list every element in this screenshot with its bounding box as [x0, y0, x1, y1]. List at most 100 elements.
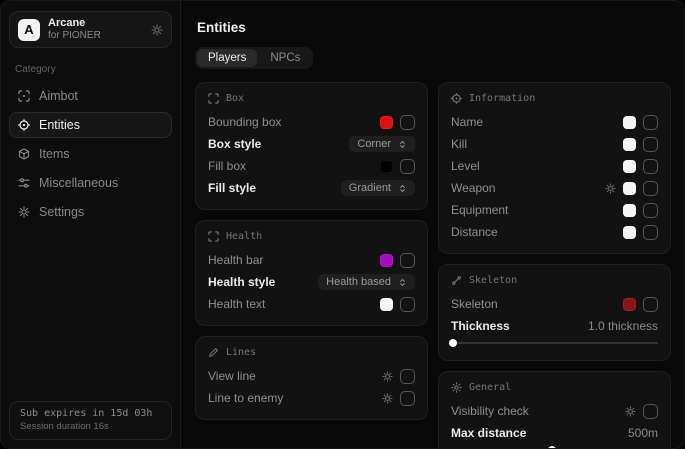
- left-column: Box Bounding box Box style Corne: [195, 82, 428, 420]
- page-title: Entities: [197, 20, 671, 35]
- checkbox-weapon[interactable]: [643, 181, 658, 196]
- setting-label: Level: [451, 159, 480, 173]
- thickness-value: 1.0 thickness: [588, 319, 658, 333]
- color-swatch-fill-box[interactable]: [380, 160, 393, 173]
- color-swatch-level[interactable]: [623, 160, 636, 173]
- checkbox-name[interactable]: [643, 115, 658, 130]
- checkbox-bounding-box[interactable]: [400, 115, 415, 130]
- tab-npcs[interactable]: NPCs: [259, 49, 311, 67]
- gear-icon[interactable]: [605, 183, 616, 194]
- gear-icon[interactable]: [151, 24, 163, 36]
- setting-row-bounding-box: Bounding box: [208, 111, 415, 133]
- sliders-icon: [18, 177, 30, 189]
- setting-row-thickness: Thickness 1.0 thickness: [451, 315, 658, 337]
- slider-track[interactable]: [451, 342, 658, 344]
- gear-icon[interactable]: [382, 393, 393, 404]
- sidebar-item-label: Settings: [39, 205, 84, 219]
- card-title: Information: [469, 93, 535, 104]
- setting-row-health-text: Health text: [208, 293, 415, 315]
- setting-label: Health text: [208, 297, 265, 311]
- sidebar-item-label: Entities: [39, 118, 80, 132]
- setting-label: Bounding box: [208, 115, 281, 129]
- scan-box-icon: [208, 93, 219, 104]
- card-lines: Lines View line Line to enemy: [195, 336, 428, 420]
- card-title: Skeleton: [469, 275, 517, 286]
- card-general: General Visibility check Max distance: [438, 371, 671, 448]
- session-duration-text: Session duration 16s: [20, 421, 161, 432]
- dropdown-health-style[interactable]: Health based: [318, 274, 415, 290]
- main-content: Entities Players NPCs Box Bounding box: [181, 1, 684, 448]
- tab-bar: Players NPCs: [195, 47, 313, 69]
- card-box: Box Bounding box Box style Corne: [195, 82, 428, 210]
- setting-row-fill-box: Fill box: [208, 155, 415, 177]
- sidebar-item-label: Items: [39, 147, 70, 161]
- setting-row-kill: Kill: [451, 133, 658, 155]
- card-title: Health: [226, 231, 262, 242]
- slider-thumb[interactable]: [449, 339, 457, 347]
- sidebar-item-items[interactable]: Items: [9, 141, 172, 167]
- dropdown-value: Health based: [326, 276, 391, 288]
- app-name: Arcane: [48, 17, 101, 30]
- checkbox-level[interactable]: [643, 159, 658, 174]
- color-swatch-name[interactable]: [623, 116, 636, 129]
- color-swatch-equipment[interactable]: [623, 204, 636, 217]
- setting-row-visibility-check: Visibility check: [451, 400, 658, 422]
- setting-row-skeleton: Skeleton: [451, 293, 658, 315]
- package-icon: [18, 148, 30, 160]
- subscription-card: Sub expires in 15d 03h Session duration …: [9, 401, 172, 440]
- setting-row-view-line: View line: [208, 365, 415, 387]
- checkbox-skeleton[interactable]: [643, 297, 658, 312]
- checkbox-fill-box[interactable]: [400, 159, 415, 174]
- app-logo: A: [18, 19, 40, 41]
- sidebar: A Arcane for PIONER Category Aimbot: [1, 1, 181, 448]
- color-swatch-kill[interactable]: [623, 138, 636, 151]
- card-information-header: Information: [451, 93, 658, 104]
- logo-card: A Arcane for PIONER: [9, 11, 172, 48]
- checkbox-distance[interactable]: [643, 225, 658, 240]
- dropdown-fill-style[interactable]: Gradient: [341, 180, 415, 196]
- max-distance-slider[interactable]: [451, 445, 658, 448]
- color-swatch-health-text[interactable]: [380, 298, 393, 311]
- tab-players[interactable]: Players: [197, 49, 257, 67]
- color-swatch-skeleton[interactable]: [623, 298, 636, 311]
- target-icon: [18, 119, 30, 131]
- setting-label: Fill style: [208, 181, 256, 195]
- thickness-slider[interactable]: [451, 338, 658, 348]
- setting-label: Health bar: [208, 253, 263, 267]
- setting-row-fill-style: Fill style Gradient: [208, 177, 415, 199]
- card-health-header: Health: [208, 231, 415, 242]
- checkbox-line-to-enemy[interactable]: [400, 391, 415, 406]
- checkbox-view-line[interactable]: [400, 369, 415, 384]
- setting-row-box-style: Box style Corner: [208, 133, 415, 155]
- app-window: A Arcane for PIONER Category Aimbot: [0, 0, 685, 449]
- color-swatch-bounding-box[interactable]: [380, 116, 393, 129]
- sidebar-item-aimbot[interactable]: Aimbot: [9, 83, 172, 109]
- crosshair-icon: [18, 90, 30, 102]
- setting-row-name: Name: [451, 111, 658, 133]
- checkbox-health-text[interactable]: [400, 297, 415, 312]
- sidebar-item-miscellaneous[interactable]: Miscellaneous: [9, 170, 172, 196]
- setting-label: View line: [208, 369, 256, 383]
- logo-text: Arcane for PIONER: [48, 17, 101, 42]
- color-swatch-distance[interactable]: [623, 226, 636, 239]
- color-swatch-health-bar[interactable]: [380, 254, 393, 267]
- setting-row-weapon: Weapon: [451, 177, 658, 199]
- setting-row-health-style: Health style Health based: [208, 271, 415, 293]
- sidebar-item-settings[interactable]: Settings: [9, 199, 172, 225]
- slider-thumb[interactable]: [548, 446, 556, 448]
- gear-icon[interactable]: [625, 406, 636, 417]
- checkbox-health-bar[interactable]: [400, 253, 415, 268]
- gear-icon[interactable]: [382, 371, 393, 382]
- unfold-icon: [398, 184, 407, 193]
- checkbox-kill[interactable]: [643, 137, 658, 152]
- sidebar-item-entities[interactable]: Entities: [9, 112, 172, 138]
- sidebar-item-label: Miscellaneous: [39, 176, 118, 190]
- checkbox-equipment[interactable]: [643, 203, 658, 218]
- checkbox-visibility-check[interactable]: [643, 404, 658, 419]
- setting-row-line-to-enemy: Line to enemy: [208, 387, 415, 409]
- color-swatch-weapon[interactable]: [623, 182, 636, 195]
- card-title: Lines: [226, 347, 256, 358]
- card-skeleton-header: Skeleton: [451, 275, 658, 286]
- setting-label: Skeleton: [451, 297, 498, 311]
- dropdown-box-style[interactable]: Corner: [349, 136, 415, 152]
